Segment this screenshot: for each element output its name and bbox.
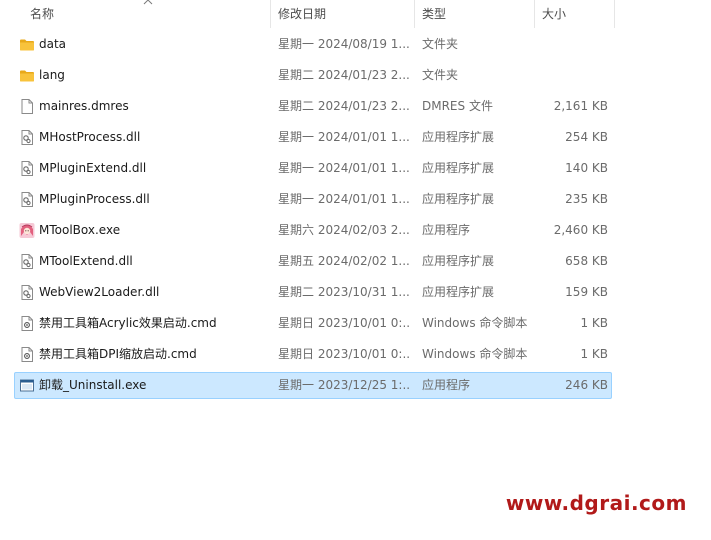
file-name: MPluginProcess.dll xyxy=(39,192,150,206)
file-size: 1 KB xyxy=(580,316,608,330)
column-header-bar: 名称 修改日期 类型 大小 xyxy=(0,0,711,28)
file-size: 254 KB xyxy=(565,130,608,144)
file-name: MToolExtend.dll xyxy=(39,254,133,268)
file-row[interactable]: 禁用工具箱DPI缩放启动.cmd 星期日 2023/10/01 0:... Wind… xyxy=(14,341,612,368)
file-size: 658 KB xyxy=(565,254,608,268)
column-header-name[interactable]: 名称 xyxy=(14,0,270,28)
file-modified-date: 星期日 2023/10/01 0:... xyxy=(278,316,410,330)
file-size: 159 KB xyxy=(565,285,608,299)
file-row[interactable]: MToolExtend.dll 星期五 2024/02/02 1... 应用程序扩展… xyxy=(14,248,612,275)
file-name: MHostProcess.dll xyxy=(39,130,141,144)
file-type: 文件夹 xyxy=(422,68,459,82)
file-name: 禁用工具箱DPI缩放启动.cmd xyxy=(39,347,197,361)
file-row[interactable]: 禁用工具箱Acrylic效果启动.cmd 星期日 2023/10/01 0:...… xyxy=(14,310,612,337)
file-type: 应用程序扩展 xyxy=(422,192,495,206)
file-name: WebView2Loader.dll xyxy=(39,285,160,299)
file-name: mainres.dmres xyxy=(39,99,129,113)
column-header-date[interactable]: 修改日期 xyxy=(270,0,414,28)
file-row[interactable]: WebView2Loader.dll 星期二 2023/10/31 1... 应用程… xyxy=(14,279,612,306)
file-modified-date: 星期一 2023/12/25 1:... xyxy=(278,378,410,392)
column-divider[interactable] xyxy=(614,0,615,28)
file-type: Windows 命令脚本 xyxy=(422,347,528,361)
file-row[interactable]: data 星期一 2024/08/19 1... 文件夹 xyxy=(14,31,612,58)
file-row[interactable]: MPluginProcess.dll 星期一 2024/01/01 1... 应用程… xyxy=(14,186,612,213)
file-modified-date: 星期二 2024/01/23 2... xyxy=(278,68,410,82)
file-modified-date: 星期五 2024/02/02 1... xyxy=(278,254,410,268)
file-size: 246 KB xyxy=(565,378,608,392)
file-name: 卸载_Uninstall.exe xyxy=(39,378,147,392)
file-modified-date: 星期二 2024/01/23 2... xyxy=(278,99,410,113)
file-type: 应用程序 xyxy=(422,378,471,392)
file-size: 2,161 KB xyxy=(553,99,608,113)
file-name: data xyxy=(39,37,67,51)
folder-icon xyxy=(19,36,35,53)
file-type: 应用程序 xyxy=(422,223,471,237)
file-row[interactable]: MPluginExtend.dll 星期一 2024/01/01 1... 应用程序… xyxy=(14,155,612,182)
file-size: 235 KB xyxy=(565,192,608,206)
file-name: lang xyxy=(39,68,65,82)
dll-icon xyxy=(19,160,35,177)
file-size: 1 KB xyxy=(580,347,608,361)
file-modified-date: 星期日 2023/10/01 0:... xyxy=(278,347,410,361)
file-list: data 星期一 2024/08/19 1... 文件夹 lang 星期二 2024/0… xyxy=(14,31,612,403)
file-row[interactable]: MHostProcess.dll 星期一 2024/01/01 1... 应用程序扩… xyxy=(14,124,612,151)
column-header-size[interactable]: 大小 xyxy=(534,0,614,28)
file-type: 文件夹 xyxy=(422,37,459,51)
file-type: 应用程序扩展 xyxy=(422,254,495,268)
watermark-text: www.dgrai.com xyxy=(505,491,687,515)
file-modified-date: 星期六 2024/02/03 2... xyxy=(278,223,410,237)
file-type: 应用程序扩展 xyxy=(422,161,495,175)
file-row[interactable]: MToolBox.exe 星期六 2024/02/03 2... 应用程序 2,460… xyxy=(14,217,612,244)
file-modified-date: 星期一 2024/01/01 1... xyxy=(278,130,410,144)
file-modified-date: 星期二 2023/10/31 1... xyxy=(278,285,410,299)
file-type: Windows 命令脚本 xyxy=(422,316,528,330)
column-header-type[interactable]: 类型 xyxy=(414,0,534,28)
dll-icon xyxy=(19,284,35,301)
file-row[interactable]: 卸载_Uninstall.exe 星期一 2023/12/25 1:... 应用程序… xyxy=(14,372,612,399)
file-name: MToolBox.exe xyxy=(39,223,121,237)
app-avatar-icon xyxy=(19,222,35,239)
file-name: MPluginExtend.dll xyxy=(39,161,147,175)
file-type: DMRES 文件 xyxy=(422,99,493,113)
file-row[interactable]: mainres.dmres 星期二 2024/01/23 2... DMRES 文件… xyxy=(14,93,612,120)
file-modified-date: 星期一 2024/08/19 1... xyxy=(278,37,410,51)
file-size xyxy=(535,63,608,88)
exe-window-icon xyxy=(19,377,35,394)
file-type: 应用程序扩展 xyxy=(422,130,495,144)
file-name: 禁用工具箱Acrylic效果启动.cmd xyxy=(39,316,217,330)
dll-icon xyxy=(19,253,35,270)
folder-icon xyxy=(19,67,35,84)
file-type: 应用程序扩展 xyxy=(422,285,495,299)
cmd-icon xyxy=(19,315,35,332)
dll-icon xyxy=(19,129,35,146)
file-size: 2,460 KB xyxy=(553,223,608,237)
file-size: 140 KB xyxy=(565,161,608,175)
file-modified-date: 星期一 2024/01/01 1... xyxy=(278,192,410,206)
file-modified-date: 星期一 2024/01/01 1... xyxy=(278,161,410,175)
file-row[interactable]: lang 星期二 2024/01/23 2... 文件夹 xyxy=(14,62,612,89)
dll-icon xyxy=(19,191,35,208)
cmd-icon xyxy=(19,346,35,363)
file-size xyxy=(535,32,608,57)
file-icon xyxy=(19,98,35,115)
